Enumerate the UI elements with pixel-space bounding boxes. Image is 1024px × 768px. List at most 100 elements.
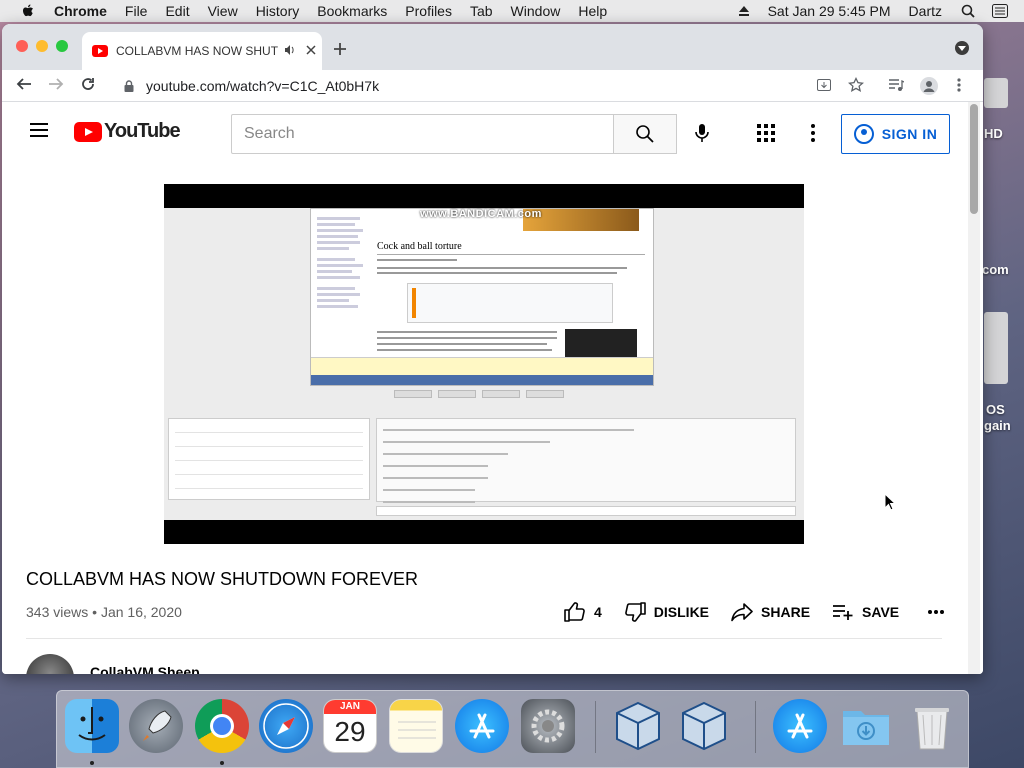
dock-virtualbox-2-icon[interactable]	[677, 699, 731, 753]
thumbs-down-icon	[624, 602, 646, 622]
bookmark-star-icon[interactable]	[847, 76, 866, 95]
scrollbar-thumb[interactable]	[970, 104, 978, 214]
menubar-user[interactable]: Dartz	[909, 3, 942, 19]
menu-bookmarks[interactable]: Bookmarks	[317, 3, 387, 19]
profile-avatar-icon[interactable]	[920, 77, 938, 95]
dock-separator	[595, 701, 596, 753]
video-windows-taskbar	[311, 375, 653, 385]
menu-bar: Chrome File Edit View History Bookmarks …	[0, 0, 1024, 22]
zoom-window-button[interactable]	[56, 40, 68, 52]
dislike-button[interactable]: DISLIKE	[624, 602, 709, 622]
dock-calendar-month: JAN	[324, 700, 376, 714]
menu-window[interactable]: Window	[511, 3, 561, 19]
share-icon	[731, 603, 753, 622]
menu-tab[interactable]: Tab	[470, 3, 493, 19]
share-button[interactable]: SHARE	[731, 602, 810, 622]
dock-safari-icon[interactable]	[259, 699, 313, 753]
tab-strip: COLLABVM HAS NOW SHUTDOWN FOREVER	[2, 24, 983, 70]
forward-button[interactable]	[48, 76, 64, 97]
dock-app-store-download-icon[interactable]	[773, 699, 827, 753]
minimize-window-button[interactable]	[36, 40, 48, 52]
channel-avatar[interactable]	[26, 654, 74, 674]
close-window-button[interactable]	[16, 40, 28, 52]
reload-button[interactable]	[80, 76, 96, 97]
address-bar[interactable]: youtube.com/watch?v=C1C_At0bH7k	[114, 73, 976, 99]
dock-calendar-icon[interactable]: JAN 29	[323, 699, 377, 753]
like-button[interactable]: 4	[564, 602, 602, 622]
channel-name[interactable]: CollabVM Sheep	[90, 664, 200, 674]
youtube-header: YouTube Search SIGN IN	[2, 102, 962, 158]
meta-separator: •	[92, 604, 101, 620]
desktop-drive-icon[interactable]	[984, 78, 1008, 108]
youtube-logo[interactable]: YouTube	[74, 120, 181, 143]
sign-in-button[interactable]: SIGN IN	[841, 114, 950, 154]
menu-view[interactable]: View	[208, 3, 238, 19]
desktop-label-os[interactable]: OS	[986, 402, 1005, 417]
youtube-play-icon	[74, 121, 102, 142]
dock-chrome-running-dot	[220, 761, 224, 765]
menu-help[interactable]: Help	[578, 3, 607, 19]
save-button[interactable]: SAVE	[832, 602, 899, 622]
page-scrollbar[interactable]	[968, 102, 980, 674]
youtube-logo-text: YouTube	[104, 120, 181, 142]
dock-system-preferences-icon[interactable]	[521, 699, 575, 753]
search-button[interactable]	[613, 114, 677, 154]
youtube-apps-icon[interactable]	[757, 124, 775, 142]
dock-calendar-day: 29	[334, 716, 366, 747]
dock-trash-icon[interactable]	[905, 699, 959, 753]
video-default-browser-banner	[311, 357, 653, 375]
control-center-icon[interactable]	[992, 3, 1008, 19]
dock-finder-icon[interactable]	[65, 699, 119, 753]
lock-icon[interactable]	[124, 80, 134, 92]
dock-chrome-icon[interactable]	[195, 699, 249, 753]
settings-menu-icon[interactable]	[811, 124, 815, 145]
new-tab-button[interactable]	[333, 39, 347, 62]
dock-app-store-icon[interactable]	[455, 699, 509, 753]
dock-launchpad-icon[interactable]	[129, 699, 183, 753]
youtube-favicon-icon	[92, 45, 108, 57]
video-article-notice	[407, 283, 613, 323]
voice-search-icon[interactable]	[695, 123, 709, 148]
more-horizontal-icon	[928, 610, 945, 614]
content-divider	[26, 638, 942, 639]
media-control-icon[interactable]	[888, 77, 906, 95]
desktop-label-gain[interactable]: gain	[984, 418, 1011, 433]
speaker-icon[interactable]	[284, 44, 296, 59]
tab-youtube[interactable]: COLLABVM HAS NOW SHUTDOWN FOREVER	[82, 32, 322, 70]
search-input[interactable]: Search	[231, 114, 614, 154]
video-meta: 343 views • Jan 16, 2020	[26, 604, 182, 620]
account-icon	[853, 124, 874, 144]
tab-search-button[interactable]	[955, 41, 969, 55]
spotlight-search-icon[interactable]	[960, 3, 976, 19]
apple-icon[interactable]	[20, 3, 36, 19]
desktop-label-com[interactable]: com	[982, 262, 1009, 277]
video-player[interactable]: Cock and ball torture www.BANDICAM.com	[164, 184, 804, 544]
menu-profiles[interactable]: Profiles	[405, 3, 452, 19]
back-button[interactable]	[16, 76, 32, 97]
eject-icon[interactable]	[736, 3, 752, 19]
desktop-installer-icon[interactable]	[984, 312, 1008, 384]
menu-file[interactable]: File	[125, 3, 148, 19]
menu-edit[interactable]: Edit	[165, 3, 189, 19]
chrome-menu-icon[interactable]	[956, 77, 974, 95]
desktop-label-hd[interactable]: HD	[984, 126, 1003, 141]
menu-app-name[interactable]: Chrome	[54, 3, 107, 19]
dock: JAN 29	[56, 690, 969, 768]
chrome-window: COLLABVM HAS NOW SHUTDOWN FOREVER youtub…	[2, 24, 983, 674]
video-actions: 4 DISLIKE SHARE SAVE	[564, 600, 975, 624]
dock-finder-running-dot	[90, 761, 94, 765]
dock-virtualbox-icon[interactable]	[611, 699, 665, 753]
video-chat-panel	[376, 418, 796, 503]
mouse-cursor-icon	[884, 493, 896, 511]
dock-downloads-folder-icon[interactable]	[839, 699, 893, 753]
menubar-clock[interactable]: Sat Jan 29 5:45 PM	[768, 3, 891, 19]
menu-history[interactable]: History	[256, 3, 300, 19]
url-text[interactable]: youtube.com/watch?v=C1C_At0bH7k	[146, 78, 379, 94]
install-app-icon[interactable]	[816, 77, 834, 95]
dock-notes-icon[interactable]	[389, 699, 443, 753]
close-tab-icon[interactable]	[306, 44, 316, 58]
guide-menu-icon[interactable]	[30, 123, 48, 137]
more-actions-button[interactable]	[927, 609, 953, 615]
dock-separator-2	[755, 701, 756, 753]
thumbs-up-icon	[564, 602, 585, 622]
